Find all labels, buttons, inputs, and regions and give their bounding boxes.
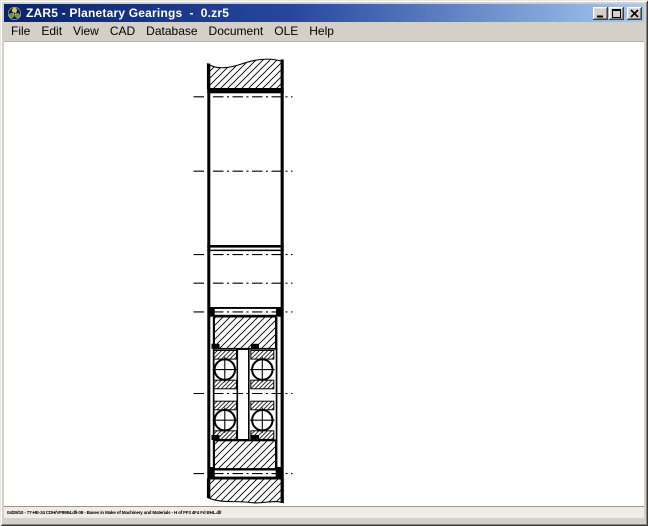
bearing-ball-cross: [213, 408, 238, 433]
window-title: ZAR5 - Planetary Gearings - 0.zr5: [26, 6, 229, 20]
menu-bar: File Edit View CAD Database Document OLE…: [4, 22, 644, 40]
shaft-wall-left: [207, 64, 210, 499]
carrier-band-bottom: [208, 467, 284, 479]
bearing-ball-cross: [213, 357, 238, 382]
bearing-ball-cross: [250, 408, 275, 433]
menu-item-document[interactable]: Document: [204, 23, 269, 39]
minimize-button[interactable]: [593, 7, 608, 20]
cad-drawing: [4, 42, 644, 507]
drawing-canvas: [4, 41, 644, 507]
close-button[interactable]: [627, 7, 642, 20]
menu-item-help[interactable]: Help: [304, 23, 339, 39]
carrier-section-upper: [215, 317, 276, 348]
planet-bearing-bottom-right: [250, 401, 275, 439]
menu-item-edit[interactable]: Edit: [36, 23, 67, 39]
planet-bearing-top-left: [213, 351, 238, 389]
planet-bearing-bottom-left: [213, 401, 238, 439]
menu-item-database[interactable]: Database: [141, 23, 202, 39]
circlip-mark: [251, 344, 259, 349]
menu-item-ole[interactable]: OLE: [269, 23, 303, 39]
planet-pin: [237, 349, 249, 440]
planet-bearing-top-right: [250, 351, 275, 389]
gear-rim-band-top: [207, 89, 283, 94]
window-controls: [593, 7, 642, 20]
section-break-bottom: [208, 479, 284, 503]
app-window: ZAR5 - Planetary Gearings - 0.zr5: [0, 0, 648, 526]
menu-item-cad[interactable]: CAD: [105, 23, 140, 39]
maximize-button[interactable]: [609, 7, 624, 20]
status-text: 04/29/10 - 77-HE-34 CDH/VF8984.dll-08 - …: [7, 510, 221, 515]
close-icon: [630, 9, 639, 18]
app-icon: [7, 6, 22, 21]
bearing-ball-cross: [250, 357, 275, 382]
section-break-top: [208, 59, 283, 88]
status-bar: 04/29/10 - 77-HE-34 CDH/VF8984.dll-08 - …: [4, 506, 644, 518]
title-bar: ZAR5 - Planetary Gearings - 0.zr5: [4, 4, 644, 22]
gear-rim-band-middle: [207, 245, 283, 251]
carrier-section-lower: [215, 440, 276, 469]
menu-item-view[interactable]: View: [68, 23, 104, 39]
menu-item-file[interactable]: File: [6, 23, 35, 39]
shaft-wall-right: [281, 60, 284, 504]
minimize-icon: [596, 9, 605, 18]
maximize-icon: [612, 9, 621, 18]
circlip-mark: [212, 344, 220, 349]
